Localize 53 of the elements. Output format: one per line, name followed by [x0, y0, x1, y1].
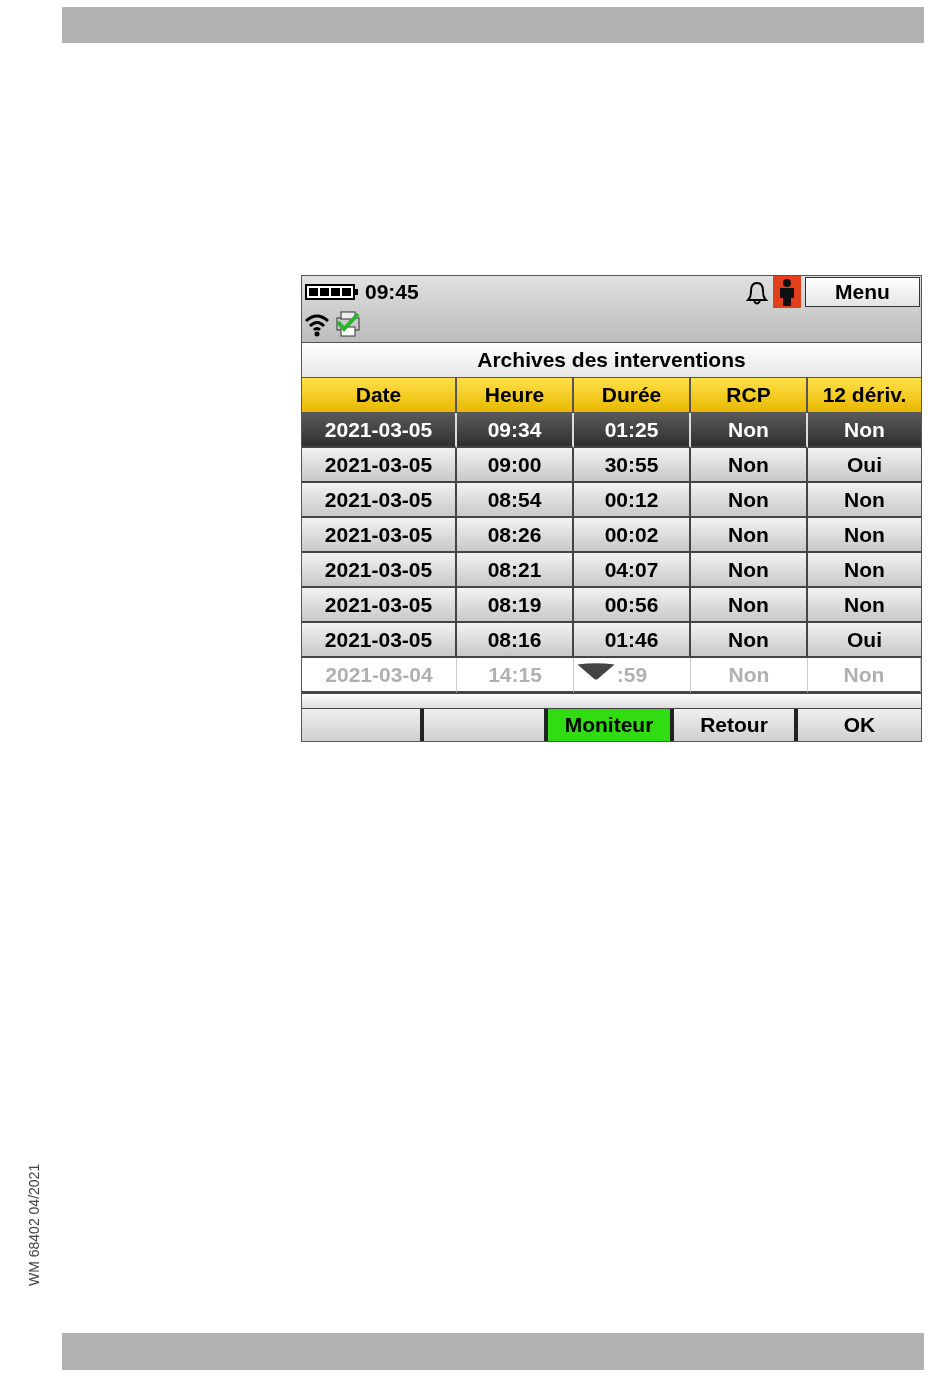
- menu-button[interactable]: Menu: [805, 277, 920, 307]
- printer-check-icon: [334, 310, 362, 338]
- table-cell[interactable]: Non: [691, 448, 808, 483]
- battery-icon: [305, 284, 359, 300]
- column-header: 12 dériv.: [808, 378, 921, 413]
- column-header: RCP: [691, 378, 808, 413]
- table-cell[interactable]: 2021-03-05: [302, 518, 457, 553]
- table-cell[interactable]: Non: [808, 518, 921, 553]
- table-cell[interactable]: 00:56: [574, 588, 691, 623]
- table-cell[interactable]: 00:12: [574, 483, 691, 518]
- softkey-button[interactable]: [302, 709, 424, 741]
- column-header: Date: [302, 378, 457, 413]
- table-cell[interactable]: Non: [808, 413, 921, 448]
- table-cell[interactable]: 09:00: [457, 448, 574, 483]
- table-cell[interactable]: 08:16: [457, 623, 574, 658]
- table-cell[interactable]: 30:55: [574, 448, 691, 483]
- softkey-button[interactable]: [424, 709, 548, 741]
- table-cell[interactable]: 2021-03-05: [302, 588, 457, 623]
- table-cell[interactable]: Non: [691, 413, 808, 448]
- table-cell[interactable]: Oui: [808, 448, 921, 483]
- table-cell[interactable]: 2021-03-05: [302, 483, 457, 518]
- table-cell[interactable]: Non: [691, 518, 808, 553]
- table-cell[interactable]: 2021-03-05: [302, 623, 457, 658]
- table-cell[interactable]: Non: [691, 623, 808, 658]
- column-header: Durée: [574, 378, 691, 413]
- table-cell[interactable]: 08:19: [457, 588, 574, 623]
- table-cell[interactable]: Non: [691, 553, 808, 588]
- table-cell[interactable]: 01:46: [574, 623, 691, 658]
- table-cell[interactable]: 01:25: [574, 413, 691, 448]
- scroll-down-icon[interactable]: [576, 662, 616, 680]
- table-cell[interactable]: 2021-03-05: [302, 553, 457, 588]
- person-icon: [773, 276, 801, 308]
- table-cell[interactable]: Non: [691, 483, 808, 518]
- table-cell[interactable]: 08:21: [457, 553, 574, 588]
- softkey-button[interactable]: OK: [798, 709, 921, 741]
- table-cell[interactable]: Non: [808, 588, 921, 623]
- table-cell[interactable]: 00:02: [574, 518, 691, 553]
- table-cell[interactable]: Non: [691, 588, 808, 623]
- table-cell[interactable]: Non: [808, 553, 921, 588]
- table-cell[interactable]: Non: [808, 483, 921, 518]
- table-cell[interactable]: Oui: [808, 623, 921, 658]
- table-cell[interactable]: 08:26: [457, 518, 574, 553]
- softkey-button[interactable]: Retour: [674, 709, 798, 741]
- table-cell[interactable]: 04:07: [574, 553, 691, 588]
- table-cell[interactable]: 08:54: [457, 483, 574, 518]
- column-header: Heure: [457, 378, 574, 413]
- table-cell[interactable]: 2021-03-05: [302, 448, 457, 483]
- table-cell[interactable]: 09:34: [457, 413, 574, 448]
- wifi-icon: [304, 311, 330, 337]
- table-cell[interactable]: 2021-03-05: [302, 413, 457, 448]
- softkey-button[interactable]: Moniteur: [548, 709, 674, 741]
- document-code: WM 68402 04/2021: [25, 1162, 43, 1289]
- clock-time: 09:45: [365, 280, 419, 304]
